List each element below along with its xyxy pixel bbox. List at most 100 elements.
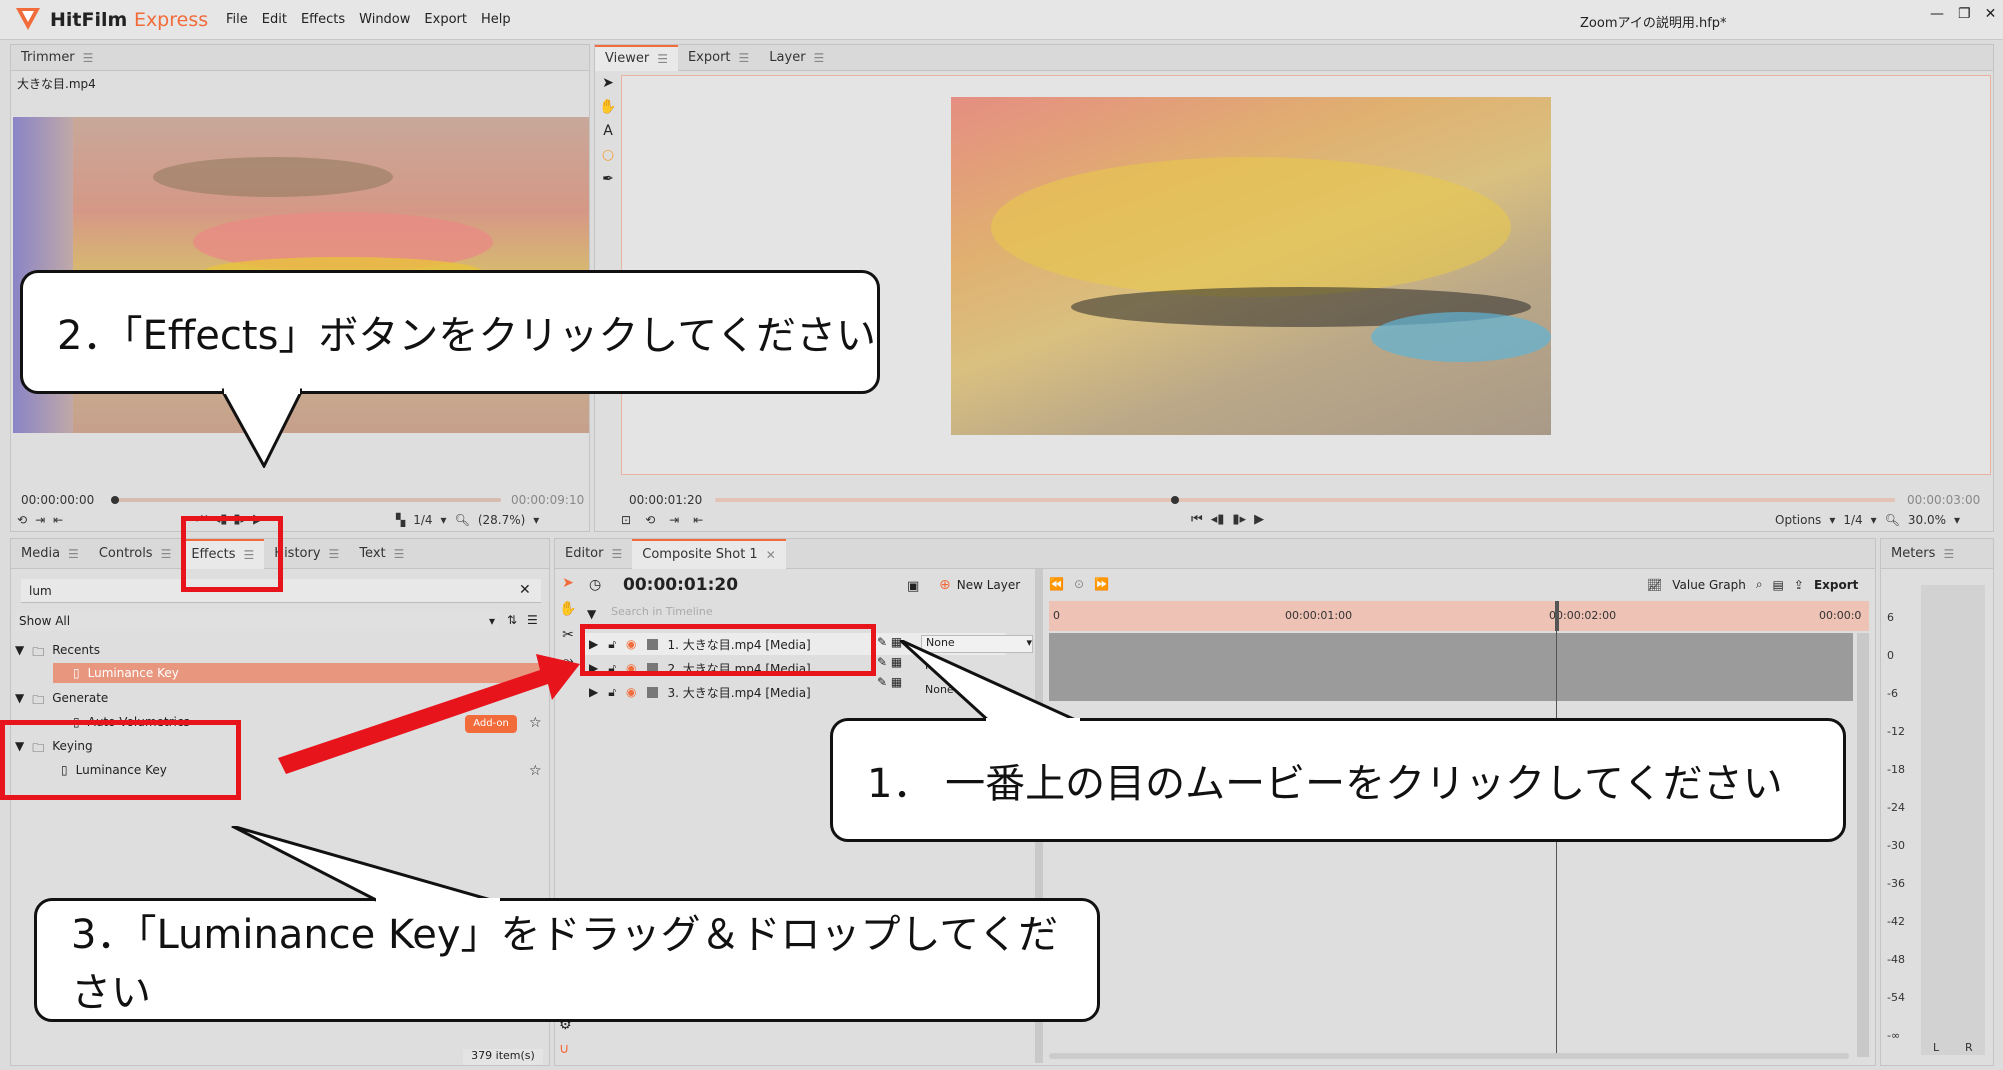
quality-select[interactable]: 1/4 <box>413 513 432 527</box>
step-forward-icon[interactable]: ▮▸ <box>1232 512 1246 527</box>
menu-lines-icon[interactable]: ☰ <box>739 43 750 73</box>
render-icon[interactable]: ▤ <box>1773 578 1784 592</box>
prev-keyframe-icon[interactable]: ⏪ <box>1049 577 1064 591</box>
skip-start-icon[interactable]: ⏮ <box>1191 512 1203 527</box>
menu-effects[interactable]: Effects <box>301 12 345 27</box>
tab-editor[interactable]: Editor ☰ <box>555 539 632 569</box>
menu-lines-icon[interactable]: ☰ <box>394 539 405 569</box>
keyframe-icon[interactable]: ⊙ <box>1074 577 1084 591</box>
timeline-scrollbar[interactable] <box>1857 633 1869 1057</box>
tab-composite-shot[interactable]: Composite Shot 1 ✕ <box>632 538 786 570</box>
clear-search-icon[interactable]: ✕ <box>519 582 531 598</box>
tab-viewer[interactable]: Viewer ☰ <box>595 44 678 74</box>
tab-meters[interactable]: Meters ☰ <box>1881 539 1964 569</box>
zoom-value[interactable]: (28.7%) <box>478 513 525 527</box>
timeline-h-scrollbar[interactable] <box>1049 1053 1849 1059</box>
export-button[interactable]: Export <box>1814 578 1858 592</box>
addon-badge[interactable]: Add-on <box>465 715 517 733</box>
layout-icon[interactable]: ▚ <box>396 513 405 527</box>
timeline-tracks[interactable] <box>1049 633 1853 701</box>
menu-lines-icon[interactable]: ☰ <box>83 45 94 71</box>
zoom-fit-icon[interactable]: ⌕ <box>1756 577 1763 592</box>
timeline-playhead[interactable] <box>1555 601 1559 631</box>
next-keyframe-icon[interactable]: ⏩ <box>1094 577 1109 591</box>
slice-tool-icon[interactable]: ✂ <box>562 627 574 643</box>
overlay-icon[interactable]: ⇤ <box>693 513 703 527</box>
tab-media[interactable]: Media ☰ <box>11 539 89 569</box>
trimmer-scrubber[interactable] <box>111 498 501 502</box>
close-icon[interactable]: ✕ <box>766 540 776 570</box>
hand-tool-icon[interactable]: ✋ <box>599 99 616 115</box>
trimmer-playhead[interactable] <box>111 496 119 504</box>
menu-lines-icon[interactable]: ☰ <box>814 43 825 73</box>
viewer-scrubber[interactable] <box>715 498 1895 502</box>
step-back-icon[interactable]: ◂▮ <box>1211 512 1225 527</box>
pen-tool-icon[interactable]: ✒ <box>602 171 614 187</box>
menu-window[interactable]: Window <box>359 12 410 27</box>
expand-down-icon[interactable]: ▼ <box>15 691 24 712</box>
magnet-icon[interactable]: ∪ <box>559 1041 569 1057</box>
menu-lines-icon[interactable]: ☰ <box>1943 539 1954 569</box>
tree-folder-recents[interactable]: ▼ 🗀 Recents <box>15 643 100 664</box>
menu-lines-icon[interactable]: ☰ <box>329 539 340 569</box>
chevron-down-icon[interactable]: ▾ <box>441 513 447 527</box>
loop-icon[interactable]: ⟲ <box>17 513 27 527</box>
star-icon[interactable]: ☆ <box>529 763 542 779</box>
menu-edit[interactable]: Edit <box>262 12 287 27</box>
effects-filter-select[interactable]: Show All ▾ <box>15 611 499 631</box>
options-button[interactable]: Options <box>1775 513 1821 527</box>
filter-icon[interactable]: ▼ <box>587 607 596 621</box>
chevron-down-icon[interactable]: ▾ <box>533 513 539 527</box>
minimize-icon[interactable]: — <box>1930 6 1944 22</box>
insert-icon[interactable]: ⇥ <box>669 513 679 527</box>
menu-lines-icon[interactable]: ☰ <box>657 44 668 74</box>
tab-text[interactable]: Text ☰ <box>349 539 414 569</box>
list-icon[interactable]: ☰ <box>527 613 538 627</box>
tree-folder-generate[interactable]: ▼ 🗀 Generate <box>15 691 108 712</box>
value-graph-button[interactable]: Value Graph <box>1672 578 1746 592</box>
select-tool-icon[interactable]: ➤ <box>602 75 614 91</box>
play-icon[interactable]: ▶ <box>1254 512 1264 527</box>
menu-export[interactable]: Export <box>424 12 467 27</box>
timeline-search-input[interactable]: Search in Timeline <box>611 605 861 623</box>
new-layer-button[interactable]: ⊕ New Layer <box>939 577 1020 593</box>
expand-right-icon[interactable]: ▶ <box>589 685 598 699</box>
proxy-icon[interactable]: ▣ <box>907 579 919 594</box>
chevron-down-icon[interactable]: ▾ <box>1871 513 1877 527</box>
menu-lines-icon[interactable]: ☰ <box>161 539 172 569</box>
quality-select[interactable]: 1/4 <box>1843 513 1862 527</box>
lock-icon[interactable]: 🔓︎ <box>608 685 616 700</box>
tab-export[interactable]: Export ☰ <box>678 45 759 71</box>
viewer-playhead[interactable] <box>1171 496 1180 504</box>
chevron-down-icon[interactable]: ▾ <box>1954 513 1960 527</box>
menu-help[interactable]: Help <box>481 12 511 27</box>
select-tool-icon[interactable]: ➤ <box>562 575 574 591</box>
hand-tool-icon[interactable]: ✋ <box>559 601 576 617</box>
curve-tool-icon[interactable]: ⤳ <box>562 653 573 669</box>
menu-lines-icon[interactable]: ☰ <box>68 539 79 569</box>
effect-item-luminance-key-recent[interactable]: ▯ Luminance Key <box>53 663 541 683</box>
folder-icon: 🗀 <box>32 693 45 707</box>
menu-lines-icon[interactable]: ☰ <box>611 539 622 569</box>
zoom-value[interactable]: 30.0% <box>1908 513 1946 527</box>
ellipse-tool-icon[interactable]: ○ <box>602 147 614 163</box>
eye-icon[interactable]: ◉ <box>626 685 636 699</box>
star-icon[interactable]: ☆ <box>529 715 542 731</box>
editor-time[interactable]: 00:00:01:20 <box>623 575 738 595</box>
tab-media-label: Media <box>21 545 61 561</box>
sort-icon[interactable]: ⇅ <box>507 613 517 627</box>
restore-icon[interactable]: ❐ <box>1958 6 1971 22</box>
safe-area-icon[interactable]: ⊡ <box>621 513 631 527</box>
timeline-ruler[interactable]: 0 00:00:01:00 00:00:02:00 00:00:0 <box>1049 601 1869 631</box>
overlay-icon[interactable]: ⇤ <box>53 513 63 527</box>
loop-icon[interactable]: ⟲ <box>645 513 655 527</box>
tab-trimmer[interactable]: Trimmer ☰ <box>11 45 103 71</box>
insert-icon[interactable]: ⇥ <box>35 513 45 527</box>
close-icon[interactable]: ✕ <box>1985 6 1997 22</box>
expand-down-icon[interactable]: ▼ <box>15 643 24 664</box>
tab-controls[interactable]: Controls ☰ <box>89 539 182 569</box>
chevron-down-icon[interactable]: ▾ <box>1829 513 1835 527</box>
text-tool-icon[interactable]: A <box>603 123 613 139</box>
tab-layer[interactable]: Layer ☰ <box>759 45 834 71</box>
menu-file[interactable]: File <box>226 12 248 27</box>
